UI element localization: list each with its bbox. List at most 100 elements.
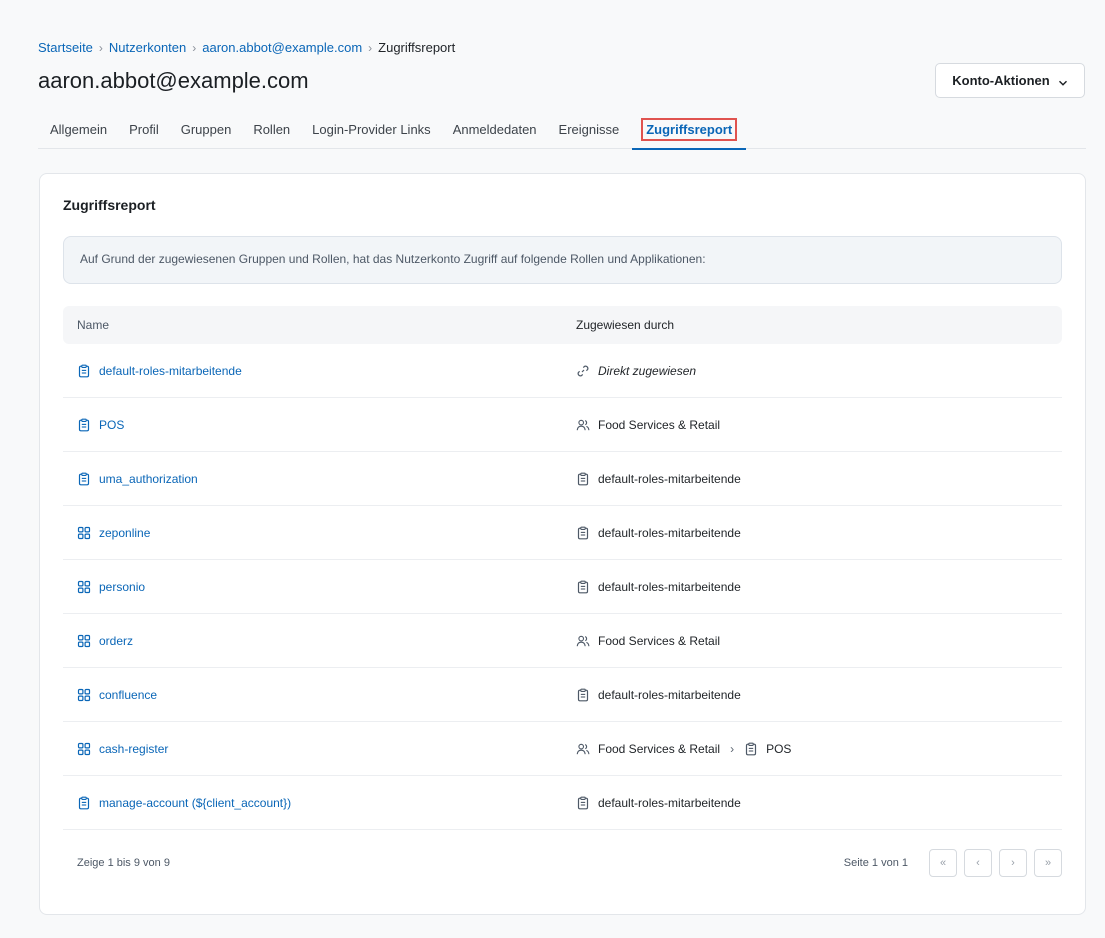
name-cell: confluence: [63, 688, 576, 702]
assigned-by-text: default-roles-mitarbeitende: [598, 525, 741, 540]
tab-profil[interactable]: Profil: [129, 118, 159, 149]
assigned-by-text: Food Services & Retail: [598, 417, 721, 432]
link-icon: [576, 364, 590, 378]
app-icon: [77, 526, 91, 540]
item-name-link[interactable]: POS: [99, 418, 124, 432]
name-cell: default-roles-mitarbeitende: [63, 364, 576, 378]
role-icon: [77, 796, 91, 810]
table-row: personio default-roles-mitarbeitende: [63, 560, 1062, 614]
group-icon: [576, 742, 590, 756]
breadcrumb-current: Zugriffsreport: [378, 40, 456, 55]
name-cell: uma_authorization: [63, 472, 576, 486]
table-row: confluence default-roles-mitarbeitende: [63, 668, 1062, 722]
page-title: aaron.abbot@example.com: [38, 68, 309, 93]
breadcrumb-separator: ›: [192, 40, 197, 55]
item-name-link[interactable]: default-roles-mitarbeitende: [99, 364, 242, 378]
assigned-by-cell: default-roles-mitarbeitende: [576, 796, 1062, 810]
role-icon: [744, 742, 758, 756]
item-name-link[interactable]: personio: [99, 580, 145, 594]
app-icon: [77, 580, 91, 594]
assigned-by-cell: Food Services & Retail: [576, 634, 1062, 648]
name-cell: manage-account (${client_account}): [63, 796, 576, 810]
breadcrumb-accounts-link[interactable]: Nutzerkonten: [109, 40, 186, 55]
table-row: POS Food Services & Retail: [63, 398, 1062, 452]
assigned-by-cell: Direkt zugewiesen: [576, 364, 1062, 378]
item-name-link[interactable]: cash-register: [99, 742, 168, 756]
breadcrumb-separator: ›: [98, 40, 103, 55]
tab-gruppen[interactable]: Gruppen: [181, 118, 232, 149]
assigned-by-cell: Food Services & Retail › POS: [576, 742, 1062, 756]
name-cell: orderz: [63, 634, 576, 648]
card-title: Zugriffsreport: [63, 197, 156, 213]
table-row: manage-account (${client_account}) defaul…: [63, 776, 1062, 830]
table-row: zeponline default-roles-mitarbeitende: [63, 506, 1062, 560]
group-icon: [576, 634, 590, 648]
group-icon: [576, 418, 590, 432]
role-icon: [576, 796, 590, 810]
page-info: Seite 1 von 1: [843, 857, 908, 869]
tab-zugriffsreport-label: Zugriffsreport: [641, 118, 738, 141]
app-icon: [77, 634, 91, 648]
assigned-by-cell: default-roles-mitarbeitende: [576, 688, 1062, 702]
column-header-assigned-by: Zugewiesen durch: [576, 318, 675, 332]
column-header-name: Name: [77, 318, 110, 332]
chevron-down-icon: [1058, 76, 1068, 86]
pagination: Seite 1 von 1 « ‹ › »: [844, 849, 1062, 877]
item-name-link[interactable]: manage-account (${client_account}): [99, 796, 291, 810]
assigned-by-text: default-roles-mitarbeitende: [598, 687, 741, 702]
account-actions-button[interactable]: Konto-Aktionen: [935, 63, 1085, 98]
tab-rollen[interactable]: Rollen: [253, 118, 290, 149]
results-summary: Zeige 1 bis 9 von 9: [77, 857, 170, 869]
tab-zugriffsreport[interactable]: Zugriffsreport: [632, 118, 747, 150]
table-row: orderz Food Services & Retail: [63, 614, 1062, 668]
table-row: uma_authorization default-roles-mitarbeit…: [63, 452, 1062, 506]
item-name-link[interactable]: orderz: [99, 634, 133, 648]
last-page-button[interactable]: »: [1034, 849, 1062, 877]
tab-login-provider-links[interactable]: Login-Provider Links: [312, 118, 431, 149]
assigned-by-text: default-roles-mitarbeitende: [598, 471, 741, 486]
item-name-link[interactable]: uma_authorization: [99, 472, 198, 486]
name-cell: cash-register: [63, 742, 576, 756]
role-icon: [576, 688, 590, 702]
assigned-by-cell: default-roles-mitarbeitende: [576, 472, 1062, 486]
first-page-button[interactable]: «: [929, 849, 957, 877]
previous-page-button[interactable]: ‹: [964, 849, 992, 877]
role-icon: [576, 580, 590, 594]
assigned-by-text: Food Services & Retail: [598, 741, 721, 756]
table-header: Name Zugewiesen durch: [63, 306, 1062, 344]
assigned-by-text: Food Services & Retail: [598, 633, 721, 648]
role-icon: [576, 472, 590, 486]
assigned-by-cell: default-roles-mitarbeitende: [576, 580, 1062, 594]
chevron-right-icon: ›: [730, 741, 735, 756]
app-icon: [77, 688, 91, 702]
breadcrumb-home-link[interactable]: Startseite: [38, 40, 93, 55]
tab-anmeldedaten[interactable]: Anmeldedaten: [453, 118, 537, 149]
assigned-by-text: default-roles-mitarbeitende: [598, 795, 741, 810]
assigned-by-text: POS: [766, 741, 792, 756]
role-icon: [77, 364, 91, 378]
tab-ereignisse[interactable]: Ereignisse: [559, 118, 620, 149]
breadcrumb-separator: ›: [368, 40, 373, 55]
assigned-by-cell: Food Services & Retail: [576, 418, 1062, 432]
assigned-by-text: Direkt zugewiesen: [598, 363, 697, 378]
name-cell: personio: [63, 580, 576, 594]
page: Startseite › Nutzerkonten › aaron.abbot@…: [8, 8, 1105, 938]
info-alert: Auf Grund der zugewiesenen Gruppen und R…: [63, 236, 1062, 284]
table-row: cash-register Food Services & Retail › POS: [63, 722, 1062, 776]
app-icon: [77, 742, 91, 756]
role-icon: [576, 526, 590, 540]
access-report-card: Zugriffsreport Auf Grund der zugewiesene…: [39, 173, 1086, 915]
item-name-link[interactable]: zeponline: [99, 526, 150, 540]
next-page-button[interactable]: ›: [999, 849, 1027, 877]
assigned-by-text: default-roles-mitarbeitende: [598, 579, 741, 594]
table-footer: Zeige 1 bis 9 von 9 Seite 1 von 1 « ‹ › …: [63, 844, 1062, 882]
breadcrumb-user-link[interactable]: aaron.abbot@example.com: [202, 40, 362, 55]
name-cell: zeponline: [63, 526, 576, 540]
table-body: default-roles-mitarbeitende Direkt zugewi…: [63, 344, 1062, 830]
breadcrumb: Startseite › Nutzerkonten › aaron.abbot@…: [38, 40, 455, 55]
name-cell: POS: [63, 418, 576, 432]
role-icon: [77, 472, 91, 486]
tab-allgemein[interactable]: Allgemein: [50, 118, 107, 149]
item-name-link[interactable]: confluence: [99, 688, 157, 702]
role-icon: [77, 418, 91, 432]
